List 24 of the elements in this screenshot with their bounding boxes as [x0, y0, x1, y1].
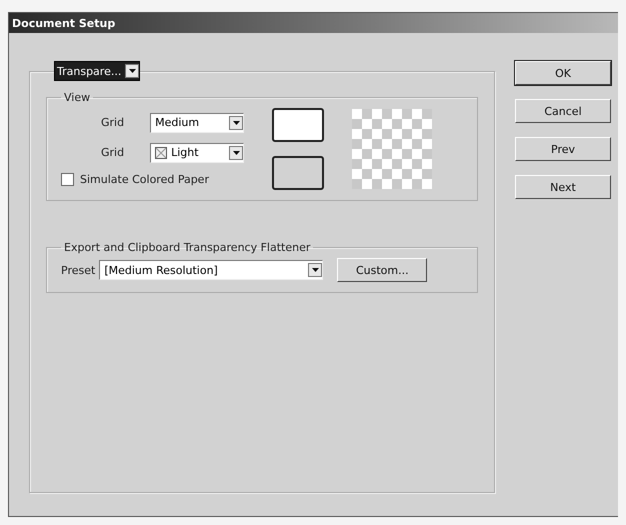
checkbox[interactable]: [61, 172, 74, 186]
preset-dropdown[interactable]: [Medium Resolution]: [99, 260, 324, 280]
window-title: Document Setup: [9, 13, 618, 33]
dropdown-arrow-icon: [128, 69, 136, 73]
grid-color-label: Grid: [101, 146, 124, 159]
dialog-button[interactable]: Prev: [515, 137, 611, 161]
dropdown-arrow-icon: [312, 268, 319, 272]
dialog-button[interactable]: OK: [515, 61, 611, 85]
dropdown-arrow-icon: [232, 150, 240, 154]
dialog-button[interactable]: Next: [515, 175, 611, 199]
grid-color-dropdown[interactable]: Light: [150, 142, 244, 162]
grid-size-dropdown[interactable]: Medium: [150, 112, 244, 132]
color-swatch-icon: [155, 146, 168, 158]
grid-color-swatch[interactable]: [272, 156, 324, 190]
dropdown-arrow-icon: [232, 120, 240, 124]
section-dropdown[interactable]: Transpare...: [54, 61, 140, 81]
preset-label: Preset: [61, 264, 96, 276]
grid-size-label: Grid: [101, 116, 124, 129]
dialog-button[interactable]: Cancel: [515, 99, 611, 123]
checkbox-label: Simulate Colored Paper: [80, 172, 209, 186]
custom-button[interactable]: Custom...: [337, 258, 428, 282]
group-title: Export and Clipboard Transparency Flattener: [63, 241, 312, 254]
group-title: View: [63, 91, 92, 104]
paper-color-swatch[interactable]: [272, 108, 324, 142]
